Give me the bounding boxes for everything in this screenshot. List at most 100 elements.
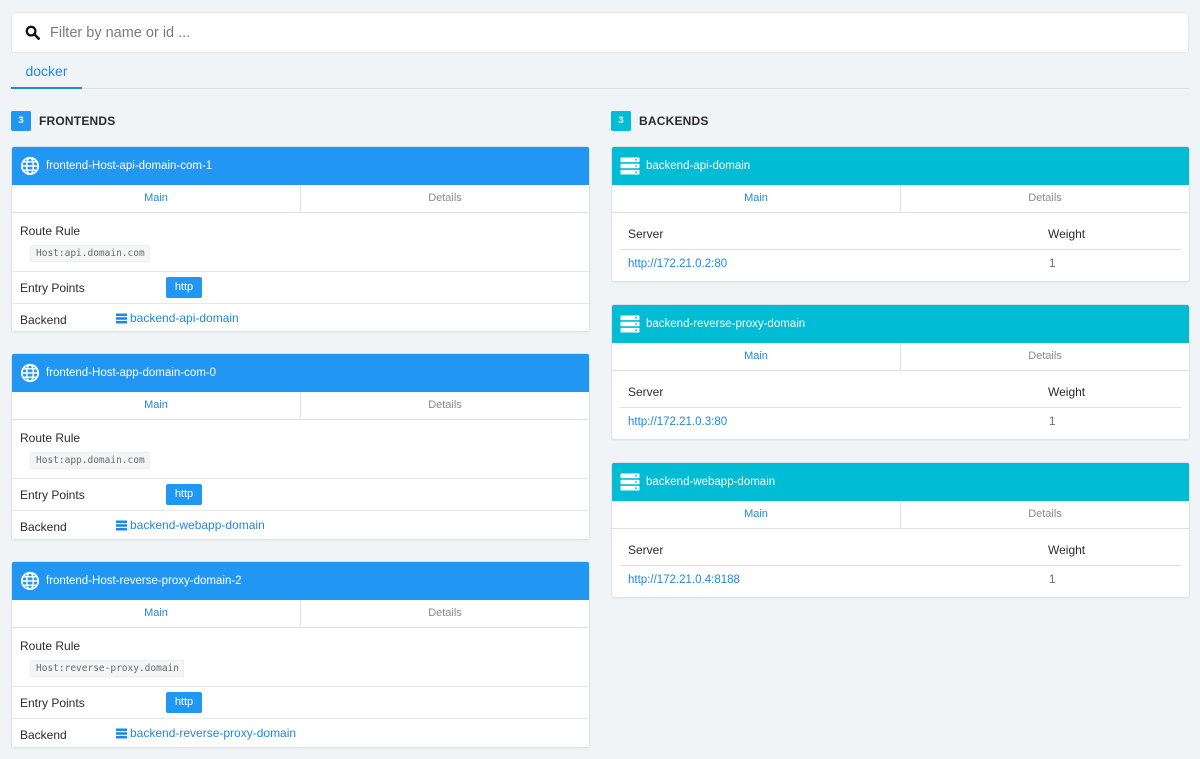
- route-rule-row: Route Rule Host:app.domain.com: [12, 420, 589, 479]
- servers-table: Server Weight http://172.21.0.2:80 1: [620, 213, 1181, 280]
- servers-table-header: Server Weight: [620, 371, 1181, 408]
- server-weight: 1: [1049, 416, 1056, 428]
- tab-details[interactable]: Details: [300, 392, 589, 419]
- frontend-name: frontend-Host-reverse-proxy-domain-2: [46, 575, 242, 587]
- entry-point-badge[interactable]: http: [166, 484, 202, 505]
- route-rule-row: Route Rule Host:reverse-proxy.domain: [12, 628, 589, 687]
- server-row: http://172.21.0.2:80 1: [620, 250, 1181, 280]
- server-weight: 1: [1049, 258, 1056, 270]
- frontend-card-header: frontend-Host-api-domain-com-1: [12, 147, 589, 185]
- server-icon: [620, 157, 640, 175]
- backends-title: BACKENDS: [639, 114, 709, 128]
- frontend-card: frontend-Host-reverse-proxy-domain-2 Mai…: [11, 561, 590, 748]
- globe-icon: [20, 156, 40, 176]
- server-icon: [116, 728, 127, 738]
- tab-docker[interactable]: docker: [11, 56, 82, 89]
- tab-main[interactable]: Main: [12, 392, 300, 419]
- server-icon: [620, 473, 640, 491]
- backend-label: Backend: [20, 728, 67, 742]
- frontend-name: frontend-Host-api-domain-com-1: [46, 160, 213, 172]
- server-icon: [620, 315, 640, 333]
- servers-table-header: Server Weight: [620, 529, 1181, 566]
- entry-points-row: Entry Points http: [12, 479, 589, 511]
- server-icon: [116, 313, 127, 323]
- route-rule-label: Route Rule: [20, 224, 81, 238]
- server-column-header: Server: [628, 543, 664, 557]
- backend-card: backend-api-domain Main Details Server W…: [611, 146, 1190, 282]
- frontend-card: frontend-Host-app-domain-com-0 Main Deta…: [11, 353, 590, 540]
- search-bar[interactable]: [11, 12, 1189, 53]
- server-column-header: Server: [628, 385, 664, 399]
- tab-main[interactable]: Main: [612, 501, 900, 528]
- entry-points-row: Entry Points http: [12, 272, 589, 304]
- server-weight: 1: [1049, 574, 1056, 586]
- entry-points-label: Entry Points: [20, 488, 85, 502]
- backend-card: backend-reverse-proxy-domain Main Detail…: [611, 304, 1190, 440]
- frontends-heading: 3 FRONTENDS: [11, 111, 115, 131]
- route-rule-label: Route Rule: [20, 639, 81, 653]
- servers-table: Server Weight http://172.21.0.3:80 1: [620, 371, 1181, 438]
- backends-heading: 3 BACKENDS: [611, 111, 709, 131]
- frontend-card-tabs: Main Details: [12, 185, 589, 213]
- server-url-link[interactable]: http://172.21.0.3:80: [628, 416, 727, 428]
- route-rule-label: Route Rule: [20, 431, 81, 445]
- entry-point-badge[interactable]: http: [166, 277, 202, 298]
- server-row: http://172.21.0.4:8188 1: [620, 566, 1181, 596]
- entry-points-label: Entry Points: [20, 696, 85, 710]
- backend-link-label: backend-webapp-domain: [130, 518, 265, 532]
- entry-points-label: Entry Points: [20, 281, 85, 295]
- servers-table-header: Server Weight: [620, 213, 1181, 250]
- weight-column-header: Weight: [1048, 385, 1086, 399]
- backend-card-header: backend-reverse-proxy-domain: [612, 305, 1189, 343]
- backend-card-tabs: Main Details: [612, 185, 1189, 213]
- backend-link[interactable]: backend-reverse-proxy-domain: [116, 726, 296, 740]
- weight-column-header: Weight: [1048, 543, 1086, 557]
- frontend-card: frontend-Host-api-domain-com-1 Main Deta…: [11, 146, 590, 332]
- route-rule-value: Host:reverse-proxy.domain: [30, 660, 184, 677]
- backend-card-tabs: Main Details: [612, 501, 1189, 529]
- tab-main[interactable]: Main: [612, 185, 900, 212]
- frontend-card-tabs: Main Details: [12, 392, 589, 420]
- entry-point-badge[interactable]: http: [166, 692, 202, 713]
- server-column-header: Server: [628, 227, 664, 241]
- server-icon: [116, 520, 127, 530]
- backend-link-label: backend-reverse-proxy-domain: [130, 726, 297, 740]
- backend-name: backend-api-domain: [646, 160, 751, 172]
- server-url-link[interactable]: http://172.21.0.4:8188: [628, 574, 740, 586]
- backend-row: Backend backend-reverse-proxy-domain: [12, 719, 589, 747]
- backends-count-badge: 3: [611, 111, 631, 131]
- globe-icon: [20, 363, 40, 383]
- backend-link[interactable]: backend-api-domain: [116, 311, 239, 325]
- tab-details[interactable]: Details: [300, 185, 589, 212]
- backend-name: backend-webapp-domain: [646, 476, 776, 488]
- provider-tabs: docker: [11, 56, 1189, 89]
- backend-card: backend-webapp-domain Main Details Serve…: [611, 462, 1190, 598]
- backend-link[interactable]: backend-webapp-domain: [116, 518, 265, 532]
- frontend-card-tabs: Main Details: [12, 600, 589, 628]
- search-input[interactable]: [50, 24, 1050, 41]
- servers-table: Server Weight http://172.21.0.4:8188 1: [620, 529, 1181, 596]
- globe-icon: [20, 571, 40, 591]
- backend-name: backend-reverse-proxy-domain: [646, 318, 806, 330]
- backend-card-tabs: Main Details: [612, 343, 1189, 371]
- tab-details[interactable]: Details: [300, 600, 589, 627]
- backend-label: Backend: [20, 520, 67, 534]
- tab-main[interactable]: Main: [12, 600, 300, 627]
- tab-details[interactable]: Details: [900, 501, 1189, 528]
- server-row: http://172.21.0.3:80 1: [620, 408, 1181, 438]
- tab-details[interactable]: Details: [900, 185, 1189, 212]
- server-url-link[interactable]: http://172.21.0.2:80: [628, 258, 727, 270]
- frontends-title: FRONTENDS: [39, 114, 116, 128]
- frontends-count-badge: 3: [11, 111, 31, 131]
- backend-row: Backend backend-api-domain: [12, 304, 589, 331]
- tab-main[interactable]: Main: [12, 185, 300, 212]
- entry-points-row: Entry Points http: [12, 687, 589, 719]
- search-icon: [25, 25, 40, 40]
- route-rule-row: Route Rule Host:api.domain.com: [12, 213, 589, 272]
- frontend-card-header: frontend-Host-reverse-proxy-domain-2: [12, 562, 589, 600]
- backend-row: Backend backend-webapp-domain: [12, 511, 589, 539]
- tab-details[interactable]: Details: [900, 343, 1189, 370]
- tab-main[interactable]: Main: [612, 343, 900, 370]
- route-rule-value: Host:app.domain.com: [30, 452, 150, 469]
- route-rule-value: Host:api.domain.com: [30, 245, 150, 262]
